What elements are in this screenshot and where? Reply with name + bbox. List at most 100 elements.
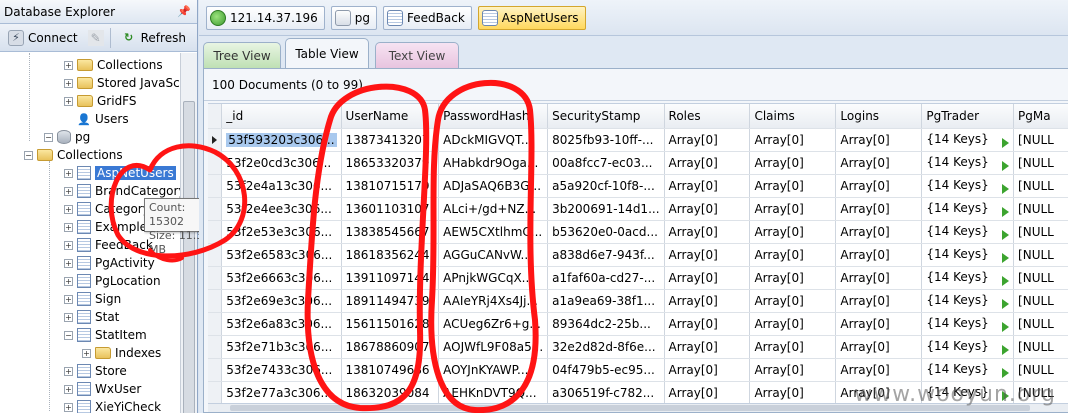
table-cell[interactable]: AOJWfL9F08a5... [438, 335, 549, 359]
table-cell[interactable]: ACUeg6Zr6+g... [438, 312, 549, 336]
table-row[interactable]: 53f2e77a3c306... 18632039084 AEHKnDVT9Q...… [208, 381, 1068, 405]
table-cell[interactable]: {14 Keys} [921, 289, 1015, 313]
row-header[interactable] [208, 243, 223, 267]
row-header[interactable] [208, 174, 223, 198]
collapse-icon[interactable]: − [44, 132, 53, 142]
table-row[interactable]: 53f2e69e3c306... 18911494739 AAIeYRj4Xs4Jj… [208, 289, 1068, 313]
table-cell[interactable]: 13838545667 [341, 220, 440, 244]
navigate-arrow-icon[interactable] [1002, 229, 1010, 240]
navigate-arrow-icon[interactable] [1002, 275, 1010, 286]
tree-node[interactable]: + Sign [64, 290, 121, 308]
row-header[interactable] [208, 197, 223, 221]
row-header[interactable] [208, 312, 223, 336]
tree-scrollbar-thumb[interactable] [183, 101, 195, 413]
table-cell[interactable]: 04f479b5-ec95... [547, 358, 665, 382]
table-cell[interactable]: b53620e0-0acd... [547, 220, 665, 244]
table-cell[interactable]: 13601103107 [341, 197, 440, 221]
table-cell[interactable]: 53f2e0cd3c306... [221, 151, 342, 175]
navigate-arrow-icon[interactable] [1002, 390, 1010, 401]
column-header[interactable]: _id [221, 104, 342, 129]
table-cell[interactable]: 3b200691-14d1... [547, 197, 665, 221]
tree-node[interactable]: + AspNetUsers [64, 164, 176, 182]
tree-node[interactable]: + GridFS [64, 92, 137, 110]
table-cell[interactable]: APnjkWGCqX... [438, 266, 549, 290]
table-cell[interactable]: {14 Keys} [921, 243, 1015, 267]
table-cell[interactable]: [NULL [1013, 289, 1068, 313]
table-cell[interactable]: {14 Keys} [921, 220, 1015, 244]
table-cell[interactable]: Array[0] [835, 151, 923, 175]
tab-table-view[interactable]: Table View [285, 38, 369, 68]
table-cell[interactable]: 8025fb93-10ff-... [547, 128, 665, 152]
row-header[interactable] [208, 220, 223, 244]
table-row[interactable]: 53f2e4a13c306... 13810715179 ADJaSAQ6B3G..… [208, 174, 1068, 198]
connect-button[interactable]: ⚡ Connect [4, 27, 82, 49]
refresh-button[interactable]: ↻ Refresh [117, 27, 190, 49]
expand-icon[interactable]: + [64, 96, 73, 106]
table-row[interactable]: 53f2e6583c306... 18618356244 AGGuCANvW... a… [208, 243, 1068, 267]
table-row[interactable]: 53f2e71b3c306... 18678860907 AOJWfL9F08a5.… [208, 335, 1068, 359]
tab-text-view[interactable]: Text View [375, 42, 459, 68]
expand-icon[interactable]: + [64, 186, 73, 196]
table-cell[interactable]: 32e2d82d-8f6e... [547, 335, 665, 359]
expand-icon[interactable]: + [64, 402, 73, 412]
table-cell[interactable]: Array[0] [749, 266, 837, 290]
table-cell[interactable]: [NULL [1013, 243, 1068, 267]
column-header[interactable]: Logins [835, 104, 923, 129]
table-cell[interactable]: Array[0] [664, 266, 751, 290]
table-cell[interactable]: 18678860907 [341, 335, 440, 359]
expand-icon[interactable]: + [64, 168, 73, 178]
expand-icon[interactable]: + [82, 348, 91, 358]
table-cell[interactable]: 13810749686 [341, 358, 440, 382]
tree-node[interactable]: + XieYiCheck [64, 398, 161, 413]
table-cell[interactable]: Array[0] [835, 243, 923, 267]
table-cell[interactable]: [NULL [1013, 381, 1068, 405]
table-cell[interactable]: AHabkdr9Oga... [438, 151, 549, 175]
table-cell[interactable]: 18618356244 [341, 243, 440, 267]
table-cell[interactable]: 00a8fcc7-ec03... [547, 151, 665, 175]
table-cell[interactable]: Array[0] [749, 289, 837, 313]
table-cell[interactable]: Array[0] [749, 312, 837, 336]
tree-node[interactable]: − pg [44, 128, 90, 146]
row-header[interactable] [208, 128, 223, 152]
tree-node[interactable]: − Collections [24, 146, 123, 164]
expand-icon[interactable]: + [64, 276, 73, 286]
column-header[interactable]: PgTrader [921, 104, 1015, 129]
expand-icon[interactable]: + [64, 294, 73, 304]
expand-icon[interactable]: + [64, 312, 73, 322]
table-cell[interactable]: [NULL [1013, 335, 1068, 359]
tree-node[interactable]: + Indexes [82, 344, 161, 362]
table-cell[interactable]: Array[0] [664, 243, 751, 267]
breadcrumb-item[interactable]: FeedBack [383, 5, 472, 30]
column-header[interactable]: Roles [664, 104, 751, 129]
table-cell[interactable]: Array[0] [749, 197, 837, 221]
tree-node[interactable]: + PgActivity [64, 254, 155, 272]
table-cell[interactable]: 53f2e4ee3c306... [221, 197, 342, 221]
table-cell[interactable]: Array[0] [664, 312, 751, 336]
table-cell[interactable]: 53f2e71b3c306... [221, 335, 342, 359]
breadcrumb-item[interactable]: AspNetUsers [477, 5, 586, 30]
table-cell[interactable]: [NULL [1013, 220, 1068, 244]
tree-node[interactable]: + WxUser [64, 380, 141, 398]
table-cell[interactable]: Array[0] [664, 151, 751, 175]
navigate-arrow-icon[interactable] [1002, 367, 1010, 378]
grid-scrollbar-thumb[interactable] [230, 405, 1030, 411]
column-header[interactable]: SecurityStamp [547, 104, 665, 129]
table-cell[interactable]: [NULL [1013, 312, 1068, 336]
table-cell[interactable]: a838d6e7-943f... [547, 243, 665, 267]
table-cell[interactable]: 18632039084 [341, 381, 440, 405]
table-row[interactable]: 53f2e53e3c306... 13838545667 AEW5CXtlhmC..… [208, 220, 1068, 244]
table-cell[interactable]: {14 Keys} [921, 151, 1015, 175]
navigate-arrow-icon[interactable] [1002, 252, 1010, 263]
table-cell[interactable]: [NULL [1013, 197, 1068, 221]
table-cell[interactable]: {14 Keys} [921, 312, 1015, 336]
table-row[interactable]: 53f2e4ee3c306... 13601103107 ALci+/gd+NZ..… [208, 197, 1068, 221]
table-cell[interactable]: Array[0] [835, 289, 923, 313]
navigate-arrow-icon[interactable] [1002, 160, 1010, 171]
row-header[interactable] [208, 358, 223, 382]
table-cell[interactable]: Array[0] [835, 174, 923, 198]
expand-icon[interactable]: + [64, 78, 73, 88]
table-cell[interactable]: ADckMIGVQT... [438, 128, 549, 152]
table-cell[interactable]: Array[0] [835, 335, 923, 359]
tree-node[interactable]: + Stored JavaScript [64, 74, 180, 92]
pin-icon[interactable]: 📌 [177, 5, 191, 18]
